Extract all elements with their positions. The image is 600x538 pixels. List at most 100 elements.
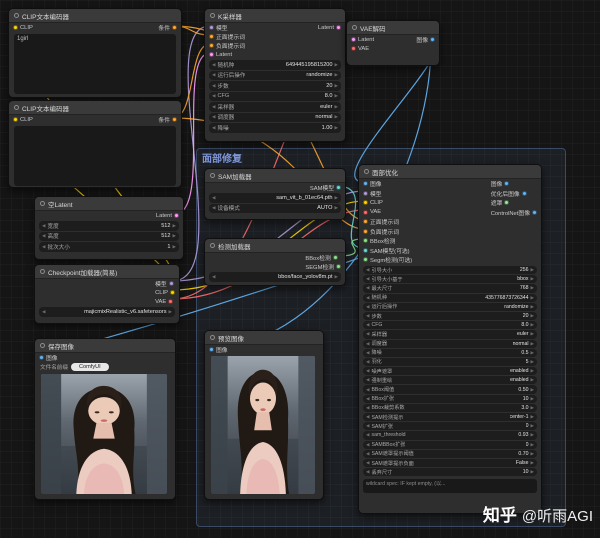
input-port[interactable]: 图像 [35, 353, 62, 362]
increment-arrow-icon[interactable]: ▶ [173, 233, 176, 239]
prompt-textarea[interactable]: 1girl [14, 34, 176, 94]
increment-arrow-icon[interactable]: ▶ [335, 125, 338, 131]
port-dot-icon[interactable] [351, 37, 356, 42]
increment-arrow-icon[interactable]: ▶ [173, 223, 176, 229]
node-title[interactable]: 检测加载器 [205, 239, 345, 253]
increment-arrow-icon[interactable]: ▶ [531, 451, 534, 457]
increment-arrow-icon[interactable]: ▶ [335, 205, 338, 211]
decrement-arrow-icon[interactable]: ◀ [366, 341, 369, 347]
decrement-arrow-icon[interactable]: ◀ [212, 83, 215, 89]
wildcard-textarea[interactable]: wildcard spec: IF kept empty, (以... [363, 479, 537, 494]
node-title[interactable]: SAM加载器 [205, 169, 345, 183]
increment-arrow-icon[interactable]: ▶ [531, 423, 534, 429]
decrement-arrow-icon[interactable]: ◀ [366, 276, 369, 282]
port-dot-icon[interactable] [336, 185, 341, 190]
collapse-dot-icon[interactable] [210, 243, 215, 248]
increment-arrow-icon[interactable]: ▶ [531, 460, 534, 466]
decrement-arrow-icon[interactable]: ◀ [366, 460, 369, 466]
widget-row[interactable]: ◀ 随机种 649445195815200 ▶ [209, 60, 341, 70]
increment-arrow-icon[interactable]: ▶ [531, 442, 534, 448]
port-dot-icon[interactable] [174, 213, 179, 218]
decrement-arrow-icon[interactable]: ◀ [366, 313, 369, 319]
output-port[interactable]: VAE [151, 297, 179, 306]
output-port[interactable]: ControlNet图像 [487, 208, 541, 218]
decrement-arrow-icon[interactable]: ◀ [42, 244, 45, 250]
decrement-arrow-icon[interactable]: ◀ [212, 72, 215, 78]
collapse-dot-icon[interactable] [14, 105, 19, 110]
increment-arrow-icon[interactable]: ▶ [335, 93, 338, 99]
decrement-arrow-icon[interactable]: ◀ [366, 350, 369, 356]
port-dot-icon[interactable] [168, 299, 174, 304]
input-port[interactable]: 负面提示词 [205, 41, 249, 50]
decrement-arrow-icon[interactable]: ◀ [212, 205, 215, 211]
port-dot-icon[interactable] [209, 347, 214, 352]
widget-row[interactable]: ◀ 引导大小 256 ▶ [363, 266, 537, 275]
widget-row[interactable]: ◀ 批次大小 1 ▶ [39, 242, 179, 252]
collapse-dot-icon[interactable] [352, 25, 357, 30]
decrement-arrow-icon[interactable]: ◀ [366, 359, 369, 365]
widget-row[interactable]: ◀ 引导大小基于 bbox ▶ [363, 275, 537, 284]
decrement-arrow-icon[interactable]: ◀ [212, 114, 215, 120]
increment-arrow-icon[interactable]: ▶ [531, 432, 534, 438]
port-dot-icon[interactable] [336, 25, 341, 30]
collapse-dot-icon[interactable] [40, 201, 45, 206]
collapse-dot-icon[interactable] [364, 169, 369, 174]
input-port[interactable]: 模型 [359, 189, 416, 199]
input-port[interactable]: CLIP [9, 23, 37, 32]
widget-row[interactable]: ◀ SAM遮罩提示阈值 0.70 ▶ [363, 449, 537, 458]
port-dot-icon[interactable] [363, 190, 368, 196]
port-dot-icon[interactable] [363, 228, 368, 234]
widget-row[interactable]: ◀ 调度器 normal ▶ [209, 112, 341, 122]
widget-row[interactable]: ◀ 运行后操作 randomize ▶ [363, 302, 537, 311]
collapse-dot-icon[interactable] [210, 335, 215, 340]
node-title[interactable]: CLIP文本编码器 [9, 101, 181, 115]
widget-row[interactable]: ◀ 降噪 0.5 ▶ [363, 348, 537, 357]
widget-row[interactable]: ◀ 最大尺寸 768 ▶ [363, 284, 537, 293]
input-port[interactable]: CLIP [359, 198, 416, 208]
output-port[interactable]: 条件 [154, 115, 181, 124]
collapse-dot-icon[interactable] [14, 13, 19, 18]
decrement-arrow-icon[interactable]: ◀ [366, 469, 369, 475]
increment-arrow-icon[interactable]: ▶ [531, 276, 534, 282]
widget-row[interactable]: ◀ 宽度 512 ▶ [39, 221, 179, 231]
node-checkpoint-loader[interactable]: Checkpoint加载器(简易) 模型 CLIP VAE ◀ majicmixRea… [34, 264, 180, 324]
output-port[interactable]: SEGM检测 [301, 262, 345, 271]
node-vae-decode[interactable]: VAE解码 Latent VAE 图像 [346, 20, 440, 66]
port-dot-icon[interactable] [168, 281, 174, 286]
widget-row[interactable]: ◀ bbox/face_yolov8m.pt ▶ [209, 272, 341, 282]
increment-arrow-icon[interactable]: ▶ [531, 285, 534, 291]
port-dot-icon[interactable] [336, 264, 341, 269]
port-dot-icon[interactable] [532, 209, 537, 215]
increment-arrow-icon[interactable]: ▶ [531, 313, 534, 319]
widget-row[interactable]: ◀ 丢弃尺寸 10 ▶ [363, 468, 537, 477]
output-port[interactable]: 遮罩 [487, 198, 541, 208]
increment-arrow-icon[interactable]: ▶ [531, 405, 534, 411]
widget-row[interactable]: ◀ 噪声遮罩 enabled ▶ [363, 367, 537, 376]
decrement-arrow-icon[interactable]: ◀ [212, 274, 215, 280]
port-dot-icon[interactable] [209, 43, 214, 48]
decrement-arrow-icon[interactable]: ◀ [366, 414, 369, 420]
input-port[interactable]: CLIP [9, 115, 37, 124]
node-ksampler[interactable]: K采样器 模型 正面提示词 负面提示词 Latent Latent ◀ 随机种 64944… [204, 8, 346, 142]
collapse-dot-icon[interactable] [210, 173, 215, 178]
input-port[interactable]: Latent [205, 50, 249, 59]
node-title[interactable]: 面部优化 [359, 165, 541, 179]
widget-row[interactable]: ◀ SAMBBox扩张 0 ▶ [363, 440, 537, 449]
port-dot-icon[interactable] [430, 37, 435, 42]
node-title[interactable]: CLIP文本编码器 [9, 9, 181, 23]
input-port[interactable]: VAE [359, 208, 416, 218]
increment-arrow-icon[interactable]: ▶ [173, 244, 176, 250]
output-port[interactable]: 图像 [487, 179, 541, 189]
decrement-arrow-icon[interactable]: ◀ [366, 442, 369, 448]
port-dot-icon[interactable] [363, 181, 368, 187]
increment-arrow-icon[interactable]: ▶ [531, 304, 534, 310]
widget-row[interactable]: ◀ 运行后操作 randomize ▶ [209, 70, 341, 80]
input-port[interactable]: Segm检测(可选) [359, 255, 416, 265]
decrement-arrow-icon[interactable]: ◀ [366, 322, 369, 328]
input-port[interactable]: 正面提示词 [359, 217, 416, 227]
port-dot-icon[interactable] [172, 117, 177, 122]
decrement-arrow-icon[interactable]: ◀ [42, 309, 45, 315]
widget-row[interactable]: ◀ CFG 8.0 ▶ [363, 321, 537, 330]
output-port[interactable]: CLIP [151, 288, 179, 297]
increment-arrow-icon[interactable]: ▶ [169, 309, 172, 315]
